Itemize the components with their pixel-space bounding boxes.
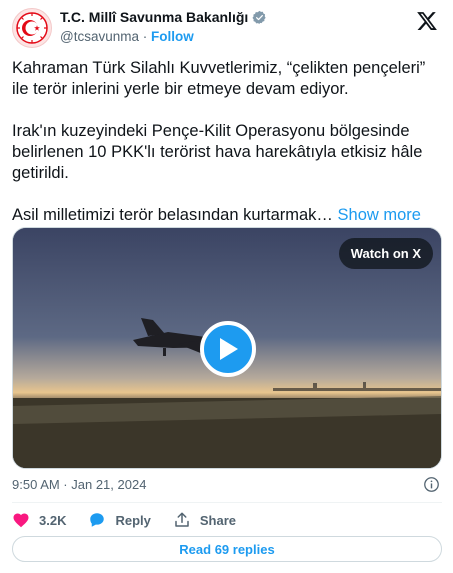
- share-icon: [175, 512, 189, 527]
- tweet-card: T.C. Millî Savunma Bakanlığı @tcsavunma …: [0, 0, 453, 573]
- tweet-actions: 3.2K Reply Share: [12, 509, 258, 531]
- show-more-link[interactable]: Show more: [338, 206, 421, 224]
- divider: [12, 502, 442, 503]
- tweet-timestamp[interactable]: 9:50 AM · Jan 21, 2024: [12, 477, 146, 492]
- reply-label: Reply: [115, 512, 151, 528]
- tweet-meta: 9:50 AM · Jan 21, 2024: [12, 477, 442, 492]
- heart-icon: [13, 513, 29, 528]
- read-replies-button[interactable]: Read 69 replies: [12, 536, 442, 562]
- author-name-row[interactable]: T.C. Millî Savunma Bakanlığı: [60, 9, 267, 25]
- crescent-star-emblem-icon: [16, 12, 48, 44]
- play-icon: [220, 338, 238, 360]
- tweet-text: Kahraman Türk Silahlı Kuvvetlerimiz, “çe…: [12, 58, 440, 247]
- author-names: T.C. Millî Savunma Bakanlığı @tcsavunma …: [60, 9, 267, 44]
- follow-button[interactable]: Follow: [151, 29, 194, 44]
- watch-on-x-button[interactable]: Watch on X: [338, 238, 433, 269]
- like-count: 3.2K: [39, 512, 67, 528]
- share-button[interactable]: Share: [173, 511, 236, 529]
- author-handle[interactable]: @tcsavunma: [60, 29, 139, 44]
- play-button[interactable]: [200, 321, 256, 377]
- reply-bubble-icon: [90, 513, 105, 527]
- like-button[interactable]: 3.2K: [12, 511, 66, 529]
- share-label: Share: [199, 512, 237, 528]
- info-icon[interactable]: [423, 476, 440, 493]
- author-subline: @tcsavunma · Follow: [60, 29, 267, 44]
- x-logo-icon[interactable]: [416, 10, 438, 32]
- verified-badge-icon: [252, 10, 266, 24]
- tweet-truncated-text: Asil milletimizi terör belasından kurtar…: [12, 206, 333, 224]
- tweet-header: T.C. Millî Savunma Bakanlığı @tcsavunma …: [12, 8, 442, 48]
- avatar[interactable]: [12, 8, 52, 48]
- author-display-name[interactable]: T.C. Millî Savunma Bakanlığı: [60, 9, 248, 25]
- separator-dot: ·: [142, 29, 148, 44]
- tweet-paragraph-2: Irak'ın kuzeyindeki Pençe-Kilit Operasyo…: [12, 122, 423, 182]
- reply-button[interactable]: Reply: [88, 511, 151, 529]
- video-player[interactable]: Watch on X: [12, 227, 442, 469]
- tweet-paragraph-1: Kahraman Türk Silahlı Kuvvetlerimiz, “çe…: [12, 59, 426, 98]
- tweet-paragraph-3: Asil milletimizi terör belasından kurtar…: [12, 205, 440, 226]
